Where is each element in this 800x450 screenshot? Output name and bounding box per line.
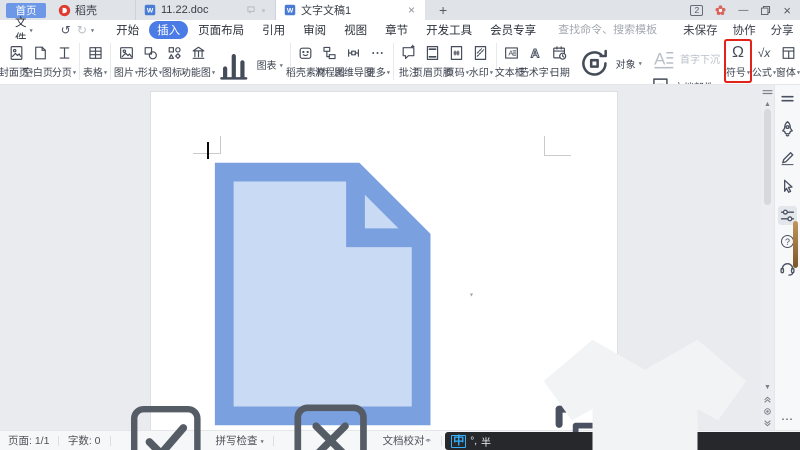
page-break-icon — [56, 43, 73, 63]
ribbon-item-mind-map[interactable]: 思维导图 — [334, 41, 374, 81]
ribbon-group-divider — [392, 43, 394, 80]
rocket-icon[interactable] — [778, 119, 797, 138]
header-footer-icon — [424, 43, 441, 63]
writer-doc-icon: W — [284, 4, 296, 16]
icon-library-icon — [166, 43, 183, 63]
command-search[interactable] — [554, 23, 679, 36]
menu-tab-section[interactable]: 章节 — [377, 21, 416, 39]
ime-toolbar: 中 °, 半 — [445, 339, 800, 450]
svg-text:W: W — [287, 8, 294, 15]
restore-button[interactable] — [759, 4, 772, 17]
margin-mark-top-right — [544, 136, 545, 156]
more-icon — [369, 43, 386, 63]
svg-text:W: W — [147, 8, 154, 15]
ribbon-item-table[interactable]: 表格 ▾ — [83, 41, 107, 81]
ime-lang-toggle[interactable]: 中 — [451, 434, 467, 448]
menu-tab-member[interactable]: 会员专享 — [482, 21, 544, 39]
dot-status-icon — [260, 7, 267, 14]
doc-proof-icon — [282, 392, 379, 450]
text-cursor — [207, 142, 209, 159]
menu-tab-insert[interactable]: 插入 — [149, 20, 189, 39]
collaborate-button[interactable]: 协作 — [730, 22, 756, 38]
orange-scroll-indicator[interactable] — [793, 221, 798, 268]
menu-bar: 文件 ▾ ↺ ↻ ▾ 开始 插入 页面布局 引用 审阅 视图 章节 开发工具 会… — [0, 17, 800, 45]
new-tab-button[interactable]: + — [433, 2, 453, 18]
cover-page-icon — [8, 43, 25, 63]
ribbon-item-watermark[interactable]: 水印 ▾ — [469, 41, 493, 81]
menu-tab-references[interactable]: 引用 — [254, 21, 293, 39]
doc-proof-button[interactable]: 文档校对 — [282, 392, 424, 450]
ime-punctuation-toggle[interactable]: °, — [470, 436, 477, 447]
page-setup-icon — [168, 144, 468, 430]
flowchart-icon — [321, 43, 338, 63]
docer-icon — [58, 4, 71, 17]
table-icon — [87, 43, 104, 63]
page-number-icon — [448, 43, 465, 63]
document-tab-11-22[interactable]: W 11.22.doc — [135, 0, 275, 20]
ribbon-item-chart[interactable]: 图表 ▾ — [214, 45, 283, 84]
menu-tab-home[interactable]: 开始 — [108, 21, 147, 39]
redo-button[interactable]: ↻ — [75, 22, 89, 37]
page-setup-button[interactable]: ▾ — [168, 144, 473, 430]
docer-material-icon — [297, 43, 314, 63]
margin-mark-top-right — [544, 155, 571, 156]
ime-width-toggle[interactable]: 半 — [481, 434, 491, 449]
select-cursor-icon[interactable] — [778, 177, 797, 196]
ribbon-item-shape[interactable]: 形状 ▾ — [138, 41, 162, 81]
close-tab-icon[interactable]: × — [406, 3, 417, 17]
panel-lines-icon[interactable] — [778, 90, 797, 109]
ribbon-item-header-footer[interactable]: 页眉页脚 — [413, 41, 453, 81]
dropdown-caret-icon: ▾ — [29, 27, 33, 34]
insert-ribbon: 封面页▾ 空白页▾ 分页▾ 表格▾ 图片▾ 形状▾ 图标▾ 功能图▾ 图表▾ 智… — [0, 39, 800, 85]
minimize-button[interactable]: — — [738, 5, 748, 16]
tab-list-button[interactable]: 2 — [690, 4, 704, 16]
comment-icon — [400, 43, 417, 63]
quick-access-caret-icon[interactable]: ▾ — [91, 26, 94, 34]
shape-icon — [142, 43, 159, 63]
menu-tab-view[interactable]: 视图 — [336, 21, 375, 39]
ribbon-item-function-diagram[interactable]: 功能图 ▾ — [181, 41, 215, 81]
spell-check-icon — [119, 394, 213, 450]
blank-page-icon — [32, 43, 49, 63]
menu-tab-page-layout[interactable]: 页面布局 — [190, 21, 252, 39]
ribbon-item-icon-library[interactable]: 图标 ▾ — [162, 41, 186, 81]
document-tab-active[interactable]: W 文字文稿1 × — [275, 0, 425, 20]
comment-status-icon — [246, 5, 256, 15]
share-button[interactable]: 分享 — [768, 22, 794, 38]
eye-protect-icon[interactable] — [424, 433, 432, 448]
scrollbar-thumb[interactable] — [764, 109, 771, 205]
flower-avatar-icon[interactable] — [714, 4, 727, 17]
ruler-toggle-icon[interactable] — [761, 87, 774, 100]
save-status[interactable]: 未保存 — [680, 22, 718, 38]
page-info: 页面: 1/1 — [8, 435, 50, 447]
undo-button[interactable]: ↺ — [59, 22, 73, 37]
ribbon-group-divider — [110, 43, 111, 80]
picture-icon — [118, 43, 135, 63]
expand-panel-icon[interactable] — [499, 54, 799, 84]
menu-tab-dev-tools[interactable]: 开发工具 — [418, 21, 480, 39]
sign-pen-icon[interactable] — [778, 148, 797, 167]
wps-writer-window: 首页 稻壳 W 11.22.doc W 文字文稿1 × + 2 — × 文 ▾ … — [0, 0, 800, 450]
menu-tab-review[interactable]: 审阅 — [295, 21, 334, 39]
ribbon-item-page-number[interactable]: 页码 ▾ — [445, 41, 469, 81]
word-count[interactable]: 字数: 0 — [68, 433, 101, 448]
docer-tab[interactable]: 稻壳 — [46, 0, 109, 20]
spell-check-button[interactable]: 拼写检查 ▾ — [119, 394, 264, 450]
search-input[interactable] — [558, 23, 679, 36]
ribbon-item-more[interactable]: 更多 ▾ — [366, 41, 390, 81]
status-bar: 页面: 1/1 字数: 0 拼写检查▾ 文档校对 100% ▾ − — [0, 339, 800, 450]
writer-doc-icon: W — [144, 4, 156, 16]
scroll-up-icon[interactable]: ▲ — [764, 100, 771, 109]
ribbon-group-divider — [79, 43, 80, 80]
close-window-button[interactable]: × — [783, 3, 791, 18]
ime-skin-icon[interactable] — [495, 291, 795, 450]
window-tab-bar: 首页 稻壳 W 11.22.doc W 文字文稿1 × + 2 — × — [0, 0, 800, 20]
ribbon-item-picture[interactable]: 图片 ▾ — [114, 41, 138, 81]
chart-icon — [214, 45, 254, 84]
mind-map-icon — [345, 43, 362, 63]
watermark-icon — [472, 43, 489, 63]
function-diagram-icon — [190, 43, 207, 63]
